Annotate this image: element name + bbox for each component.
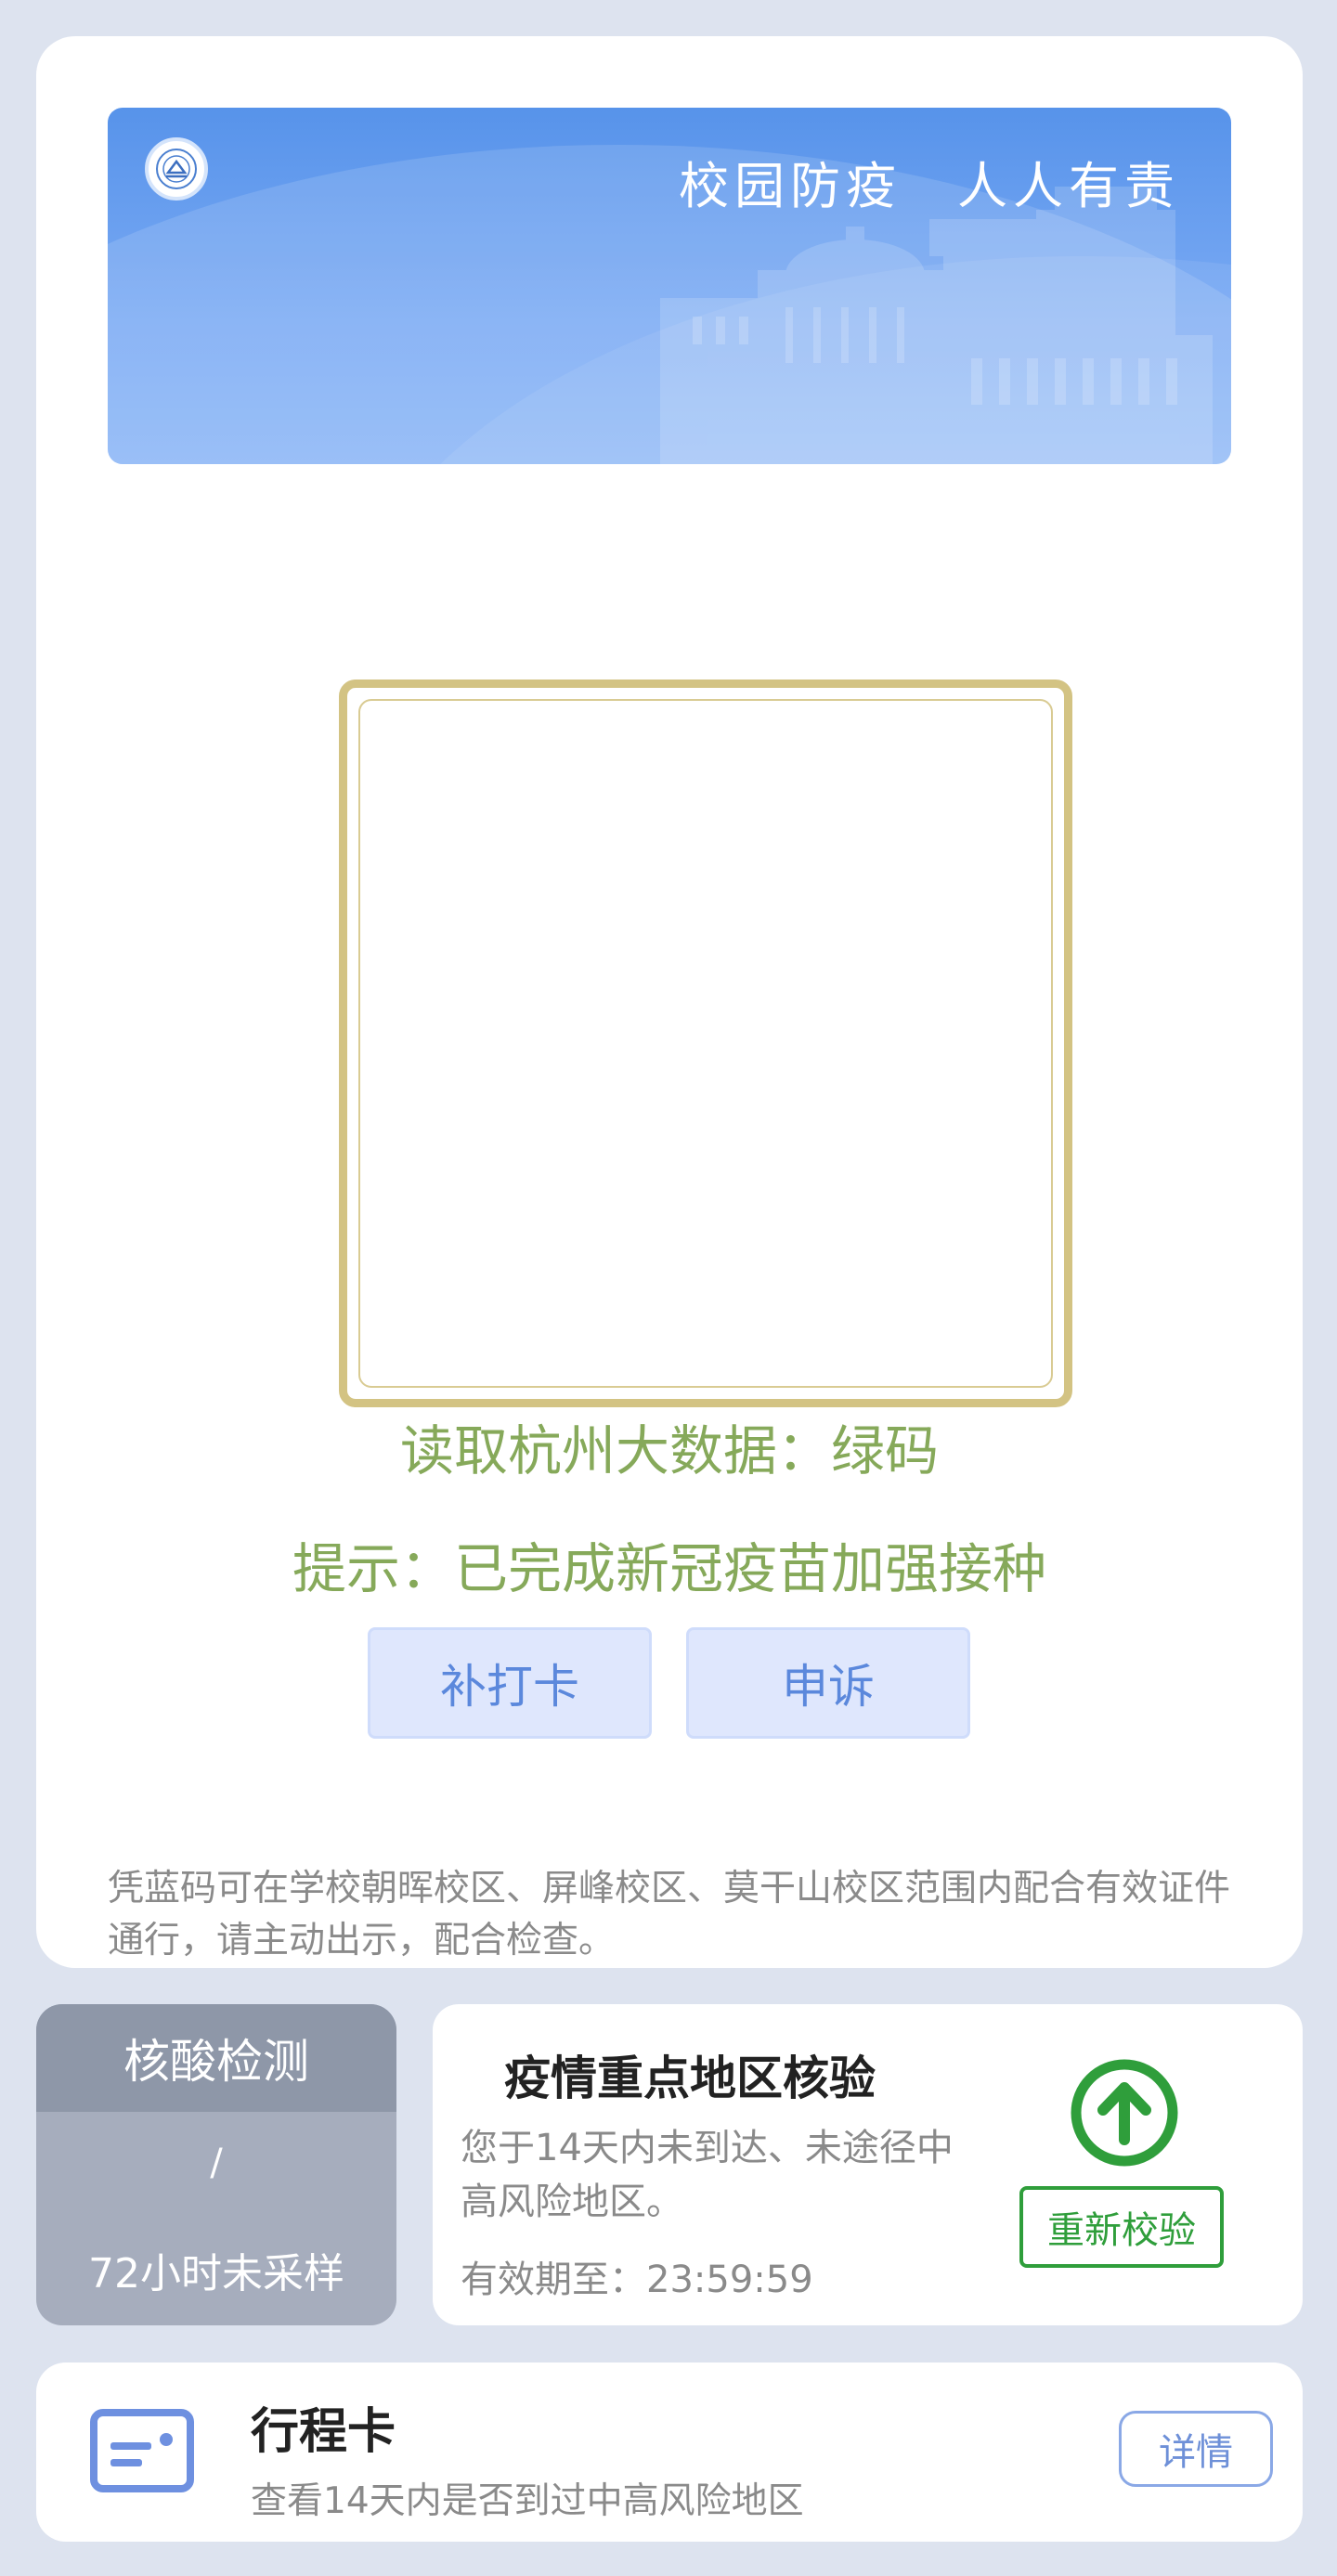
trip-card-subtitle: 查看14天内是否到过中高风险地区	[251, 2480, 804, 2522]
region-check-valid-until: 有效期至：23:59:59	[461, 2259, 813, 2301]
region-check-description: 您于14天内未到达、未途径中高风险地区。	[461, 2127, 954, 2223]
nucleic-test-value: /	[210, 2142, 223, 2184]
qr-code-area	[358, 699, 1053, 1388]
region-check-card: 疫情重点地区核验 您于14天内未到达、未途径中高风险地区。 有效期至：23:59…	[433, 2004, 1303, 2325]
nucleic-test-status: 72小时未采样	[88, 2250, 344, 2298]
qr-code-frame	[339, 680, 1072, 1407]
slogan-left: 校园防疫	[679, 157, 902, 215]
appeal-button[interactable]: 申诉	[686, 1627, 970, 1739]
health-code-card: 校园防疫 人人有责 读取杭州大数据：绿码 提示：已完成新冠疫苗加强接种 补打卡 申…	[36, 36, 1303, 1968]
trip-card[interactable]: 行程卡 查看14天内是否到过中高风险地区 详情	[36, 2362, 1303, 2542]
pass-notice-text: 凭蓝码可在学校朝晖校区、屏峰校区、莫干山校区范围内配合有效证件通行，请主动出示，…	[108, 1868, 1231, 1961]
id-card-icon	[90, 2409, 194, 2492]
checkin-button[interactable]: 补打卡	[368, 1627, 652, 1739]
recheck-button[interactable]: 重新校验	[1019, 2186, 1224, 2268]
code-status-text: 读取杭州大数据：绿码	[399, 1419, 939, 1482]
region-check-title: 疫情重点地区核验	[504, 2052, 876, 2105]
nucleic-test-title: 核酸检测	[36, 2004, 396, 2112]
page: 校园防疫 人人有责 读取杭州大数据：绿码 提示：已完成新冠疫苗加强接种 补打卡 申…	[0, 0, 1337, 2576]
nucleic-test-card[interactable]: 核酸检测 / 72小时未采样	[36, 2004, 396, 2325]
university-seal-icon	[145, 137, 208, 201]
campus-banner: 校园防疫 人人有责	[108, 108, 1231, 464]
trip-detail-button[interactable]: 详情	[1119, 2411, 1273, 2487]
vaccine-tip-text: 提示：已完成新冠疫苗加强接种	[292, 1537, 1046, 1600]
banner-slogan: 校园防疫 人人有责	[679, 145, 1180, 218]
slogan-right: 人人有责	[957, 157, 1180, 215]
trip-card-title: 行程卡	[251, 2404, 396, 2460]
up-arrow-circle-icon	[1071, 2059, 1178, 2167]
